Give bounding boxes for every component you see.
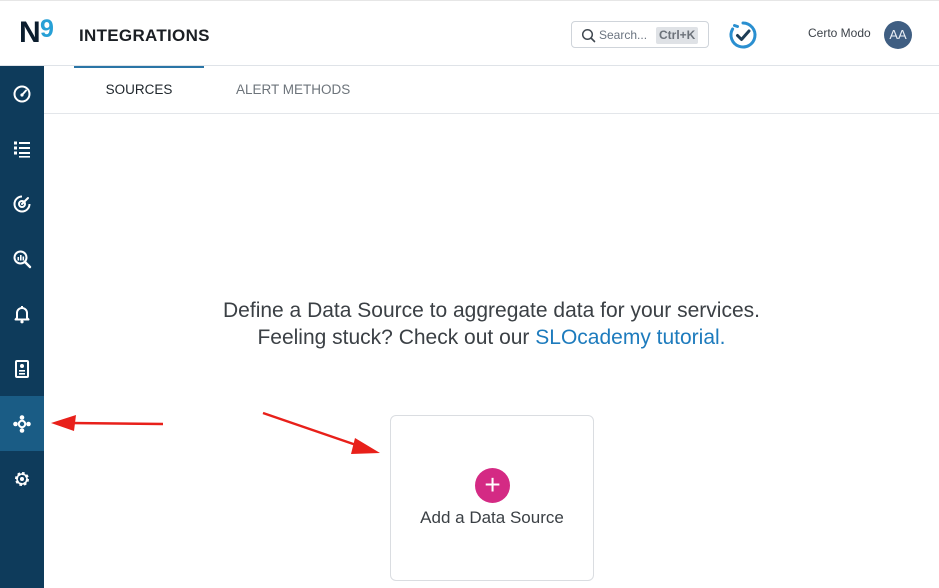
target-icon bbox=[13, 195, 31, 212]
arrow-to-add-card-icon bbox=[262, 411, 380, 454]
user-name[interactable]: Certo Modo bbox=[808, 26, 871, 40]
empty-state-line-2: Feeling stuck? Check out our SLOcademy t… bbox=[44, 324, 939, 351]
empty-state-line-1: Define a Data Source to aggregate data f… bbox=[223, 299, 760, 322]
sidebar-item-integrations[interactable] bbox=[0, 396, 44, 451]
bell-icon bbox=[14, 305, 30, 323]
list-icon bbox=[14, 141, 30, 158]
status-check-icon[interactable] bbox=[728, 20, 758, 50]
sidebar-item-query-checker[interactable] bbox=[0, 231, 44, 286]
gear-icon bbox=[15, 471, 29, 486]
sidebar-item-reports[interactable] bbox=[0, 341, 44, 396]
report-icon bbox=[15, 359, 29, 378]
sidebar bbox=[0, 66, 44, 588]
tab-alert-methods[interactable]: ALERT METHODS bbox=[236, 66, 350, 114]
svg-text:9: 9 bbox=[40, 15, 54, 43]
search-placeholder: Search... bbox=[599, 28, 648, 42]
search-shortcut-badge: Ctrl+K bbox=[656, 27, 699, 44]
sidebar-item-slos[interactable] bbox=[0, 176, 44, 231]
empty-state-message: Define a Data Source to aggregate data f… bbox=[44, 297, 939, 351]
sidebar-item-service-list[interactable] bbox=[0, 121, 44, 176]
add-data-source-card[interactable]: + Add a Data Source bbox=[390, 415, 594, 581]
integrations-icon bbox=[13, 414, 31, 433]
top-bar: N 9 INTEGRATIONS Search... Ctrl+K Certo … bbox=[0, 0, 939, 66]
sidebar-item-dashboard[interactable] bbox=[0, 66, 44, 121]
speedometer-icon bbox=[13, 85, 31, 102]
search-icon bbox=[581, 28, 596, 43]
arrow-to-sidebar-icon bbox=[51, 415, 164, 431]
search-box[interactable]: Search... Ctrl+K bbox=[571, 21, 709, 48]
nobl9-logo[interactable]: N 9 bbox=[19, 15, 65, 47]
slocademy-tutorial-link[interactable]: SLOcademy tutorial. bbox=[535, 326, 725, 349]
svg-text:N: N bbox=[19, 16, 41, 47]
empty-state-line-2-text: Feeling stuck? Check out our bbox=[257, 326, 536, 349]
page-title: INTEGRATIONS bbox=[79, 26, 210, 45]
sidebar-item-alerts[interactable] bbox=[0, 286, 44, 341]
plus-icon: + bbox=[475, 468, 510, 503]
tab-bar: SOURCES ALERT METHODS bbox=[44, 66, 939, 114]
sidebar-item-settings[interactable] bbox=[0, 451, 44, 506]
tab-sources[interactable]: SOURCES bbox=[74, 66, 204, 114]
avatar[interactable]: AA bbox=[884, 21, 912, 49]
add-data-source-label: Add a Data Source bbox=[420, 508, 564, 527]
search-chart-icon bbox=[13, 250, 32, 268]
